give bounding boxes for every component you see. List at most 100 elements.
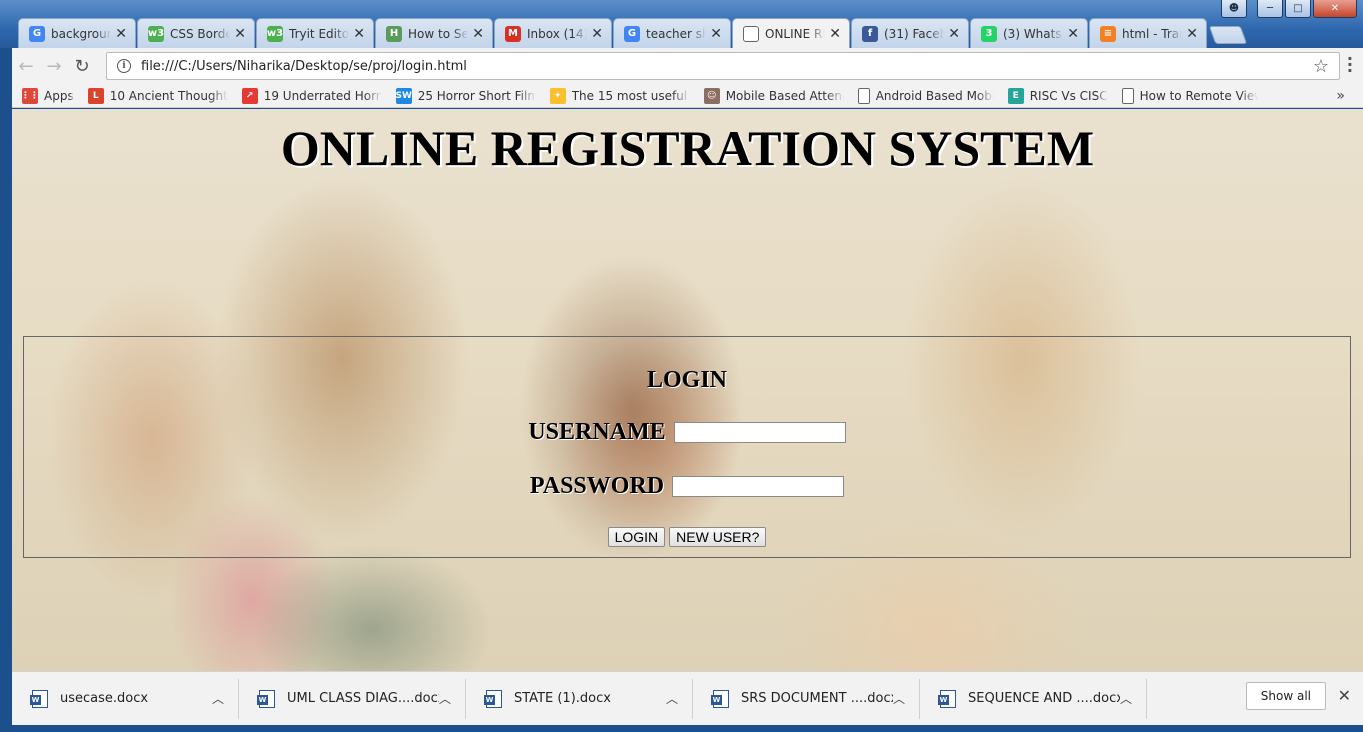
bookmark-2[interactable]: ↗ 19 Underrated Horror bbox=[241, 87, 382, 104]
whatsapp-icon: 3 bbox=[981, 25, 997, 42]
page-icon bbox=[857, 87, 870, 104]
trend-icon: ↗ bbox=[241, 87, 258, 104]
downloads-bar: usecase.docx︿UML CLASS DIAG....docx︿STAT… bbox=[12, 671, 1363, 725]
window-titlebar: ☻ ─ □ ✕ Gbackgroun✕w3CSS Border✕w3Tryit … bbox=[0, 0, 1363, 48]
gmail-icon: M bbox=[505, 25, 521, 42]
close-downloads-icon[interactable]: ✕ bbox=[1338, 686, 1351, 705]
bookmark-4[interactable]: ✦ The 15 most useful G bbox=[549, 87, 690, 104]
close-tab-icon[interactable]: ✕ bbox=[1067, 26, 1079, 42]
address-bar[interactable]: i file:///C:/Users/Niharika/Desktop/se/p… bbox=[106, 52, 1340, 80]
tab-8[interactable]: 3 (3) WhatsA ✕ bbox=[970, 18, 1088, 48]
page-icon bbox=[1121, 87, 1134, 104]
chevron-up-icon[interactable]: ︿ bbox=[439, 690, 451, 707]
close-tab-icon[interactable]: ✕ bbox=[234, 26, 246, 42]
word-doc-icon bbox=[938, 689, 956, 708]
close-tab-icon[interactable]: ✕ bbox=[710, 26, 722, 42]
close-tab-icon[interactable]: ✕ bbox=[591, 26, 603, 42]
tab-4[interactable]: M Inbox (14) ✕ bbox=[494, 18, 612, 48]
close-window-button[interactable]: ✕ bbox=[1313, 0, 1357, 18]
sw-icon: SW bbox=[396, 87, 412, 104]
tab-label: backgroun bbox=[51, 26, 112, 41]
bookmark-7[interactable]: E RISC Vs CISC bbox=[1007, 87, 1108, 104]
tab-7[interactable]: f (31) Faceb ✕ bbox=[851, 18, 969, 48]
username-input[interactable] bbox=[673, 422, 846, 443]
login-actions: LOGIN NEW USER? bbox=[24, 527, 1350, 547]
new-user-button[interactable]: NEW USER? bbox=[669, 527, 767, 547]
h-icon: H bbox=[386, 25, 402, 42]
url-text[interactable]: file:///C:/Users/Niharika/Desktop/se/pro… bbox=[141, 59, 1313, 74]
tab-label: Inbox (14) bbox=[527, 26, 588, 41]
download-name: UML CLASS DIAG....docx bbox=[287, 691, 439, 706]
tab-label: html - Tran bbox=[1122, 26, 1183, 41]
close-tab-icon[interactable]: ✕ bbox=[353, 26, 365, 42]
bookmark-1[interactable]: L 10 Ancient Thought P bbox=[87, 87, 228, 104]
download-item[interactable]: STATE (1).docx ︿ bbox=[466, 678, 693, 719]
minimize-button[interactable]: ─ bbox=[1257, 0, 1283, 18]
stackoverflow-icon: ≡ bbox=[1100, 25, 1116, 42]
l-icon: L bbox=[87, 87, 104, 104]
download-item[interactable]: UML CLASS DIAG....docx︿ bbox=[239, 678, 466, 719]
word-doc-icon bbox=[30, 689, 48, 708]
tab-label: How to Set bbox=[408, 26, 469, 41]
bookmark-label: 25 Horror Short Films bbox=[417, 88, 536, 103]
bookmark-label: Mobile Based Attenda bbox=[725, 88, 844, 103]
close-tab-icon[interactable]: ✕ bbox=[829, 26, 841, 42]
user-profile-icon[interactable]: ☻ bbox=[1221, 0, 1247, 18]
chevron-up-icon[interactable]: ︿ bbox=[1120, 690, 1132, 707]
download-item[interactable]: SEQUENCE AND ....docx︿ bbox=[920, 678, 1147, 719]
close-tab-icon[interactable]: ✕ bbox=[472, 26, 484, 42]
chevron-up-icon[interactable]: ︿ bbox=[893, 690, 905, 707]
password-input[interactable] bbox=[672, 476, 845, 497]
tab-label: Tryit Editor bbox=[289, 26, 350, 41]
tab-label: (3) WhatsA bbox=[1003, 26, 1064, 41]
page-icon bbox=[743, 25, 759, 42]
facebook-icon: f bbox=[862, 25, 878, 42]
tab-5[interactable]: Gteacher sh ✕ bbox=[613, 18, 731, 48]
tab-6[interactable]: ONLINE RE ✕ bbox=[732, 18, 850, 48]
reload-button[interactable]: ↻ bbox=[68, 52, 96, 80]
tab-9[interactable]: ≡ html - Tran ✕ bbox=[1089, 18, 1207, 48]
tab-3[interactable]: H How to Set ✕ bbox=[375, 18, 493, 48]
bulb-icon: ✦ bbox=[549, 87, 566, 104]
show-all-button[interactable]: Show all bbox=[1245, 682, 1326, 710]
close-tab-icon[interactable]: ✕ bbox=[115, 26, 127, 42]
more-bookmarks-icon[interactable]: » bbox=[1336, 88, 1345, 104]
forward-button[interactable]: → bbox=[40, 52, 68, 80]
bookmarks-bar: ⋮⋮ Apps L 10 Ancient Thought P ↗ 19 Underrate… bbox=[12, 84, 1363, 108]
download-name: SEQUENCE AND ....docx bbox=[968, 691, 1120, 706]
bookmark-star-icon[interactable]: ☆ bbox=[1313, 56, 1329, 77]
login-button[interactable]: LOGIN bbox=[607, 527, 666, 547]
bookmark-label: The 15 most useful G bbox=[571, 88, 690, 103]
tab-strip: Gbackgroun✕w3CSS Border✕w3Tryit Editor✕H… bbox=[18, 18, 1248, 48]
login-box: LOGIN USERNAME PASSWORD LOGIN NEW USER? bbox=[23, 336, 1351, 558]
w3schools-icon: w3 bbox=[267, 25, 283, 42]
tab-0[interactable]: Gbackgroun ✕ bbox=[18, 18, 136, 48]
new-tab-button[interactable] bbox=[1208, 26, 1248, 44]
bookmark-3[interactable]: SW 25 Horror Short Films bbox=[396, 87, 536, 104]
bookmark-0[interactable]: ⋮⋮ Apps bbox=[21, 87, 74, 104]
back-button[interactable]: ← bbox=[12, 52, 40, 80]
bookmark-6[interactable]: Android Based Mobile bbox=[857, 87, 994, 104]
maximize-button[interactable]: □ bbox=[1285, 0, 1311, 18]
tab-1[interactable]: w3 CSS Border✕ bbox=[137, 18, 255, 48]
info-icon[interactable]: i bbox=[117, 59, 131, 73]
bookmark-8[interactable]: How to Remote View bbox=[1121, 87, 1258, 104]
bookmark-label: RISC Vs CISC bbox=[1029, 88, 1108, 103]
word-doc-icon bbox=[484, 689, 502, 708]
tab-2[interactable]: w3 Tryit Editor ✕ bbox=[256, 18, 374, 48]
chevron-up-icon[interactable]: ︿ bbox=[666, 690, 678, 707]
username-label: USERNAME bbox=[528, 419, 666, 445]
close-tab-icon[interactable]: ✕ bbox=[948, 26, 960, 42]
e-icon: E bbox=[1007, 87, 1024, 104]
download-name: usecase.docx bbox=[60, 691, 149, 706]
close-tab-icon[interactable]: ✕ bbox=[1186, 26, 1198, 42]
download-item[interactable]: SRS DOCUMENT ....docx︿ bbox=[693, 678, 920, 719]
chevron-up-icon[interactable]: ︿ bbox=[212, 690, 224, 707]
download-name: SRS DOCUMENT ....docx bbox=[741, 691, 893, 706]
download-item[interactable]: usecase.docx ︿ bbox=[12, 678, 239, 719]
password-label: PASSWORD bbox=[529, 473, 665, 499]
google-icon: G bbox=[29, 25, 45, 42]
menu-icon[interactable]: · · · bbox=[1347, 51, 1353, 79]
bookmark-5[interactable]: ☺ Mobile Based Attenda bbox=[703, 87, 844, 104]
login-heading: LOGIN bbox=[646, 367, 727, 393]
